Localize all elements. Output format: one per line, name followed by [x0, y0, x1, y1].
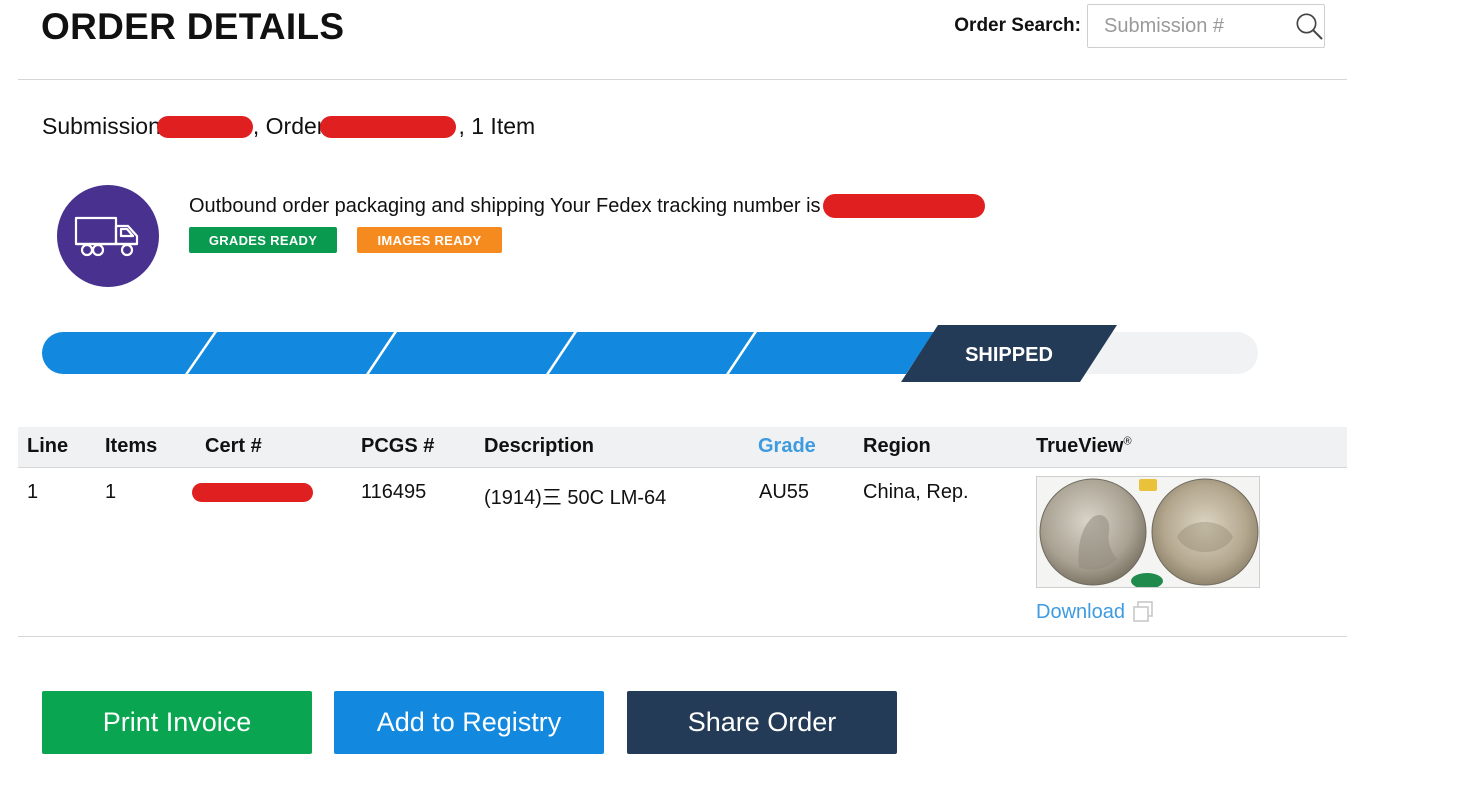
submission-label: Submission — [42, 113, 161, 139]
grades-ready-badge: GRADES READY — [189, 227, 337, 253]
redaction-mark — [822, 194, 985, 218]
column-trueview-label: TrueView — [1036, 435, 1124, 457]
column-grade[interactable]: Grade — [758, 435, 816, 458]
redaction-mark — [156, 115, 253, 138]
search-icon[interactable] — [1294, 8, 1324, 44]
copy-icon[interactable] — [1131, 600, 1155, 624]
progress-segment — [729, 332, 934, 374]
cell-region: China, Rep. — [863, 481, 969, 503]
download-label[interactable]: Download — [1036, 601, 1125, 624]
cell-grade: AU55 — [759, 481, 810, 503]
cell-line: 1 — [27, 481, 39, 503]
cell-pcgs: 116495 — [361, 481, 427, 503]
column-description: Description — [484, 435, 595, 457]
order-summary: Submission , Order , 1 Item — [42, 113, 535, 140]
trueview-image[interactable] — [1036, 476, 1260, 588]
redaction-mark — [320, 115, 457, 138]
truck-badge — [57, 185, 159, 287]
column-items: Items — [105, 435, 158, 457]
order-label: , Order — [252, 113, 325, 139]
cell-items: 1 — [105, 481, 117, 503]
images-ready-badge: IMAGES READY — [357, 227, 502, 253]
column-line: Line — [27, 435, 69, 457]
registered-mark: ® — [1123, 435, 1132, 448]
column-region: Region — [863, 435, 931, 457]
column-cert: Cert # — [205, 435, 262, 457]
progress-segment — [369, 332, 574, 374]
download-link[interactable]: Download — [1036, 600, 1155, 624]
coin-image — [1039, 478, 1259, 587]
table-header: Line Items Cert # PCGS # Description Gra… — [18, 427, 1347, 468]
search-input[interactable] — [1102, 13, 1286, 39]
page-title: ORDER DETAILS — [41, 6, 345, 47]
items-count: , 1 Item — [458, 113, 536, 139]
shipped-stage-label: SHIPPED — [965, 344, 1053, 366]
column-pcgs: PCGS # — [361, 435, 435, 457]
progress-segment — [549, 332, 754, 374]
status-message: Outbound order packaging and shipping Yo… — [189, 194, 985, 218]
progress-segment — [188, 332, 394, 374]
truck-icon — [74, 216, 139, 257]
order-search: Order Search: — [954, 4, 1325, 48]
print-invoice-button[interactable]: Print Invoice — [42, 691, 312, 754]
search-box[interactable] — [1087, 4, 1325, 48]
table-bottom-divider — [18, 636, 1347, 637]
cell-description: (1914)三 50C LM-64 — [484, 487, 667, 509]
column-trueview: TrueView® — [1036, 435, 1132, 458]
progress-segment — [42, 332, 214, 374]
header-divider — [18, 79, 1347, 80]
redaction-mark — [192, 483, 313, 502]
status-message-text: Outbound order packaging and shipping Yo… — [189, 194, 821, 217]
share-order-button[interactable]: Share Order — [627, 691, 897, 754]
order-search-label: Order Search: — [954, 15, 1081, 36]
order-progress-bar: SHIPPED — [42, 325, 1258, 382]
add-to-registry-button[interactable]: Add to Registry — [334, 691, 604, 754]
